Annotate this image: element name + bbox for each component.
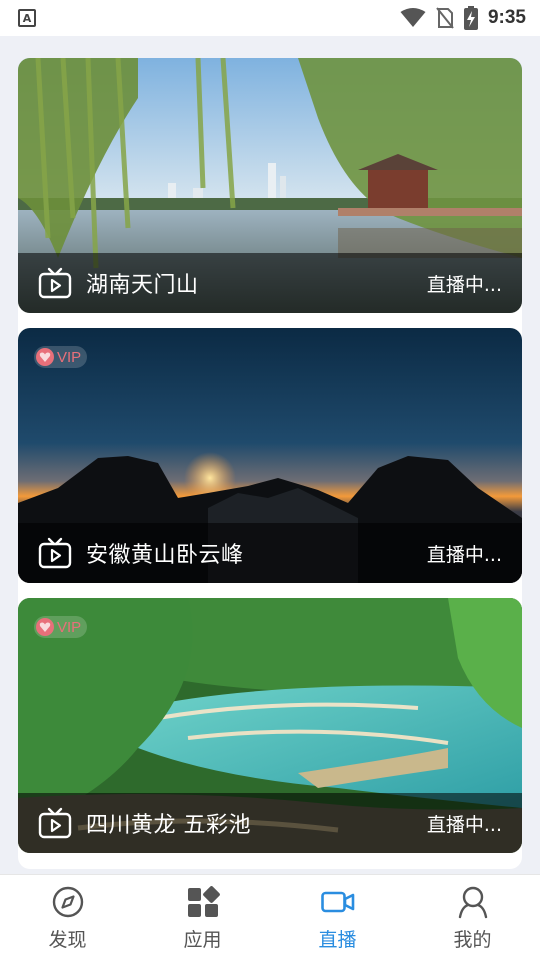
live-card[interactable]: 湖南天门山 直播中... — [18, 58, 522, 313]
live-card-title: 安徽黄山卧云峰 — [86, 543, 244, 568]
live-card-info-bar: 安徽黄山卧云峰 直播中... — [18, 523, 522, 583]
nav-label: 直播 — [318, 929, 357, 951]
nav-item-mine[interactable]: 我的 — [405, 875, 540, 960]
nav-label: 我的 — [453, 929, 492, 951]
accessibility-notification-icon: A — [18, 9, 36, 27]
wifi-icon — [400, 8, 426, 27]
live-status-label: 直播中... — [426, 813, 502, 836]
tv-icon — [38, 537, 72, 569]
vip-badge: VIP — [34, 346, 88, 368]
vip-label: VIP — [57, 348, 82, 366]
no-sim-icon — [436, 7, 454, 29]
nav-item-discover[interactable]: 发现 — [0, 875, 135, 960]
live-status-label: 直播中... — [426, 543, 502, 566]
live-card-title: 四川黄龙 五彩池 — [86, 813, 251, 838]
vip-heart-icon — [36, 618, 54, 636]
vip-badge: VIP — [34, 616, 88, 638]
live-status-label: 直播中... — [426, 273, 502, 296]
live-card-info-bar: 湖南天门山 直播中... — [18, 253, 522, 313]
user-icon — [458, 886, 487, 919]
live-feed[interactable]: 湖南天门山 直播中... VIP 安徽黄山卧云峰 直播中... VIP 四川黄龙… — [0, 36, 540, 874]
live-card-info-bar: 四川黄龙 五彩池 直播中... — [18, 793, 522, 853]
apps-grid-icon — [187, 886, 220, 917]
video-camera-icon — [320, 891, 354, 913]
live-card[interactable]: VIP 安徽黄山卧云峰 直播中... — [18, 328, 522, 583]
nav-label: 发现 — [48, 929, 87, 951]
live-card-list: 湖南天门山 直播中... VIP 安徽黄山卧云峰 直播中... VIP 四川黄龙… — [18, 58, 522, 869]
tv-icon — [38, 807, 72, 839]
bottom-nav: 发现 应用 直播 我的 — [0, 874, 540, 960]
compass-icon — [52, 886, 83, 918]
nav-item-live[interactable]: 直播 — [270, 875, 405, 960]
live-card[interactable]: VIP 四川黄龙 五彩池 直播中... — [18, 598, 522, 853]
status-time: 9:35 — [487, 7, 526, 28]
status-bar: A 9:35 — [0, 0, 540, 36]
live-card-title: 湖南天门山 — [86, 273, 199, 298]
nav-item-apps[interactable]: 应用 — [135, 875, 270, 960]
tv-icon — [38, 267, 72, 299]
nav-label: 应用 — [183, 929, 222, 951]
vip-heart-icon — [36, 348, 54, 366]
battery-charging-icon — [463, 6, 478, 30]
vip-label: VIP — [57, 618, 82, 636]
